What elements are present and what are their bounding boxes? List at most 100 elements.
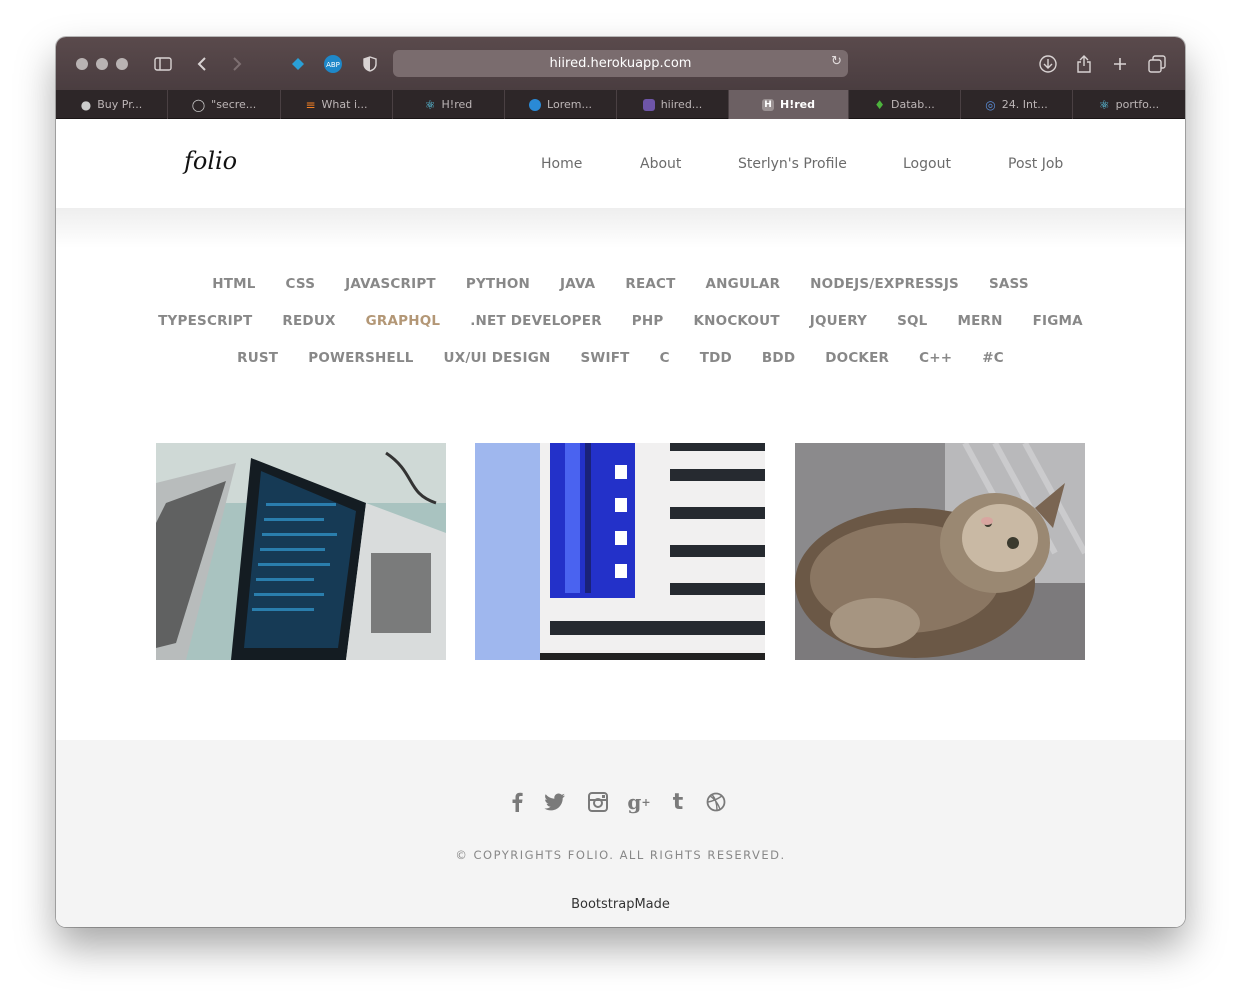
- filter-javascript[interactable]: JAVASCRIPT: [345, 276, 436, 292]
- filter-powershell[interactable]: POWERSHELL: [308, 350, 413, 366]
- svg-text:ABP: ABP: [326, 61, 340, 69]
- filter-swift[interactable]: SWIFT: [581, 350, 630, 366]
- tab-label: portfo...: [1115, 98, 1160, 111]
- shield-icon[interactable]: [359, 53, 381, 75]
- tab-label: hiired...: [660, 98, 703, 111]
- tab-strip: ● Buy Pr... ◯ "secre... ≡ What i... ⚛ H!…: [56, 90, 1185, 119]
- filter-ux-ui-design[interactable]: UX/UI DESIGN: [444, 350, 551, 366]
- minimize-window-button[interactable]: [96, 58, 108, 70]
- downloads-icon[interactable]: [1037, 53, 1059, 75]
- nav-profile-link[interactable]: Sterlyn's Profile: [738, 156, 847, 172]
- tab[interactable]: Lorem...: [505, 90, 617, 119]
- tab-active[interactable]: H H!red: [729, 90, 849, 119]
- share-icon[interactable]: [1073, 53, 1095, 75]
- tab-label: H!red: [441, 98, 473, 111]
- react-icon: ⚛: [1098, 97, 1110, 112]
- filter-react[interactable]: REACT: [625, 276, 675, 292]
- dribbble-icon[interactable]: [704, 790, 728, 814]
- filter-bdd[interactable]: BDD: [762, 350, 795, 366]
- tab-label: Buy Pr...: [97, 98, 143, 111]
- fluffy-cat-image[interactable]: [795, 443, 1085, 660]
- filter-knockout[interactable]: KNOCKOUT: [693, 313, 779, 329]
- reload-icon[interactable]: ↻: [831, 54, 842, 69]
- filter-python[interactable]: PYTHON: [466, 276, 530, 292]
- bootstrapmade-credit-link[interactable]: BootstrapMade: [56, 897, 1185, 912]
- filter-java[interactable]: JAVA: [560, 276, 595, 292]
- laptop-code-image[interactable]: [156, 443, 446, 660]
- tab[interactable]: ◯ "secre...: [168, 90, 281, 119]
- new-tab-icon[interactable]: [1109, 53, 1131, 75]
- tab-label: Datab...: [891, 98, 935, 111]
- filter-html[interactable]: HTML: [212, 276, 255, 292]
- filter-csharp[interactable]: #C: [982, 350, 1004, 366]
- tab-label: 24. Int...: [1001, 98, 1048, 111]
- circle-icon: [529, 98, 542, 111]
- filter-cpp[interactable]: C++: [919, 350, 952, 366]
- filter-docker[interactable]: DOCKER: [825, 350, 889, 366]
- url-text: hiired.herokuapp.com: [549, 56, 692, 71]
- tab[interactable]: ◎ 24. Int...: [961, 90, 1073, 119]
- tab-overview-icon[interactable]: [1146, 53, 1168, 75]
- mongodb-icon: ♦: [874, 97, 885, 112]
- back-icon[interactable]: [191, 53, 213, 75]
- google-plus-icon[interactable]: g +: [627, 790, 651, 814]
- nav-about-link[interactable]: About: [640, 156, 681, 172]
- nav-logout-link[interactable]: Logout: [903, 156, 951, 172]
- react-icon: ⚛: [424, 97, 436, 112]
- filter-php[interactable]: PHP: [632, 313, 664, 329]
- copyright-text: © COPYRIGHTS FOLIO. ALL RIGHTS RESERVED.: [455, 848, 786, 862]
- filter-row: HTML CSS JAVASCRIPT PYTHON JAVA REACT AN…: [56, 265, 1185, 302]
- skill-filters: HTML CSS JAVASCRIPT PYTHON JAVA REACT AN…: [56, 265, 1185, 376]
- filter-dotnet[interactable]: .NET DEVELOPER: [470, 313, 602, 329]
- tab[interactable]: ⚛ H!red: [393, 90, 505, 119]
- nav-home-link[interactable]: Home: [541, 156, 582, 172]
- filter-rust[interactable]: RUST: [237, 350, 278, 366]
- heroku-icon: [642, 98, 655, 111]
- site-logo[interactable]: folio: [184, 147, 237, 175]
- web-page: folio Home About Sterlyn's Profile Logou…: [56, 119, 1185, 927]
- instagram-icon[interactable]: [586, 790, 610, 814]
- filter-c[interactable]: C: [660, 350, 670, 366]
- apple-icon: ●: [80, 97, 92, 112]
- stackoverflow-icon: ≡: [305, 97, 316, 112]
- filter-mern[interactable]: MERN: [957, 313, 1002, 329]
- zoom-window-button[interactable]: [116, 58, 128, 70]
- tab-label: "secre...: [211, 98, 257, 111]
- tab-label: What i...: [321, 98, 368, 111]
- portfolio-gallery: [156, 443, 1085, 660]
- filter-tdd[interactable]: TDD: [700, 350, 732, 366]
- h-icon: H: [762, 98, 774, 111]
- tab-label: H!red: [780, 98, 815, 111]
- filter-angular[interactable]: ANGULAR: [706, 276, 781, 292]
- address-bar[interactable]: hiired.herokuapp.com ↻: [393, 50, 848, 77]
- tab[interactable]: ♦ Datab...: [849, 90, 961, 119]
- filter-css[interactable]: CSS: [286, 276, 316, 292]
- filter-jquery[interactable]: JQUERY: [810, 313, 867, 329]
- twitter-icon[interactable]: [543, 790, 567, 814]
- blue-building-image[interactable]: [475, 443, 765, 660]
- filter-nodejs[interactable]: NODEJS/EXPRESSJS: [810, 276, 959, 292]
- filter-redux[interactable]: REDUX: [282, 313, 335, 329]
- site-navbar: folio Home About Sterlyn's Profile Logou…: [56, 119, 1185, 208]
- filter-typescript[interactable]: TYPESCRIPT: [158, 313, 252, 329]
- extension-icon[interactable]: [287, 53, 309, 75]
- filter-graphql-active[interactable]: GRAPHQL: [366, 313, 441, 329]
- tab[interactable]: ⚛ portfo...: [1073, 90, 1185, 119]
- browser-window: ABP hiired.herokuapp.com ↻ ● Buy Pr... ◯: [56, 37, 1185, 927]
- chat-icon: ◯: [191, 97, 206, 112]
- tumblr-icon[interactable]: t: [666, 790, 690, 815]
- facebook-icon[interactable]: [505, 790, 529, 814]
- adblock-icon[interactable]: ABP: [322, 53, 344, 75]
- tab[interactable]: ● Buy Pr...: [56, 90, 168, 119]
- globe-icon: ◎: [985, 97, 996, 112]
- filter-sass[interactable]: SASS: [989, 276, 1029, 292]
- tab[interactable]: hiired...: [617, 90, 729, 119]
- forward-icon[interactable]: [226, 53, 248, 75]
- close-window-button[interactable]: [76, 58, 88, 70]
- navbar-shadow: [56, 208, 1185, 248]
- filter-sql[interactable]: SQL: [897, 313, 927, 329]
- filter-figma[interactable]: FIGMA: [1033, 313, 1083, 329]
- tab[interactable]: ≡ What i...: [281, 90, 393, 119]
- nav-post-job-link[interactable]: Post Job: [1008, 156, 1063, 172]
- sidebar-icon[interactable]: [152, 53, 174, 75]
